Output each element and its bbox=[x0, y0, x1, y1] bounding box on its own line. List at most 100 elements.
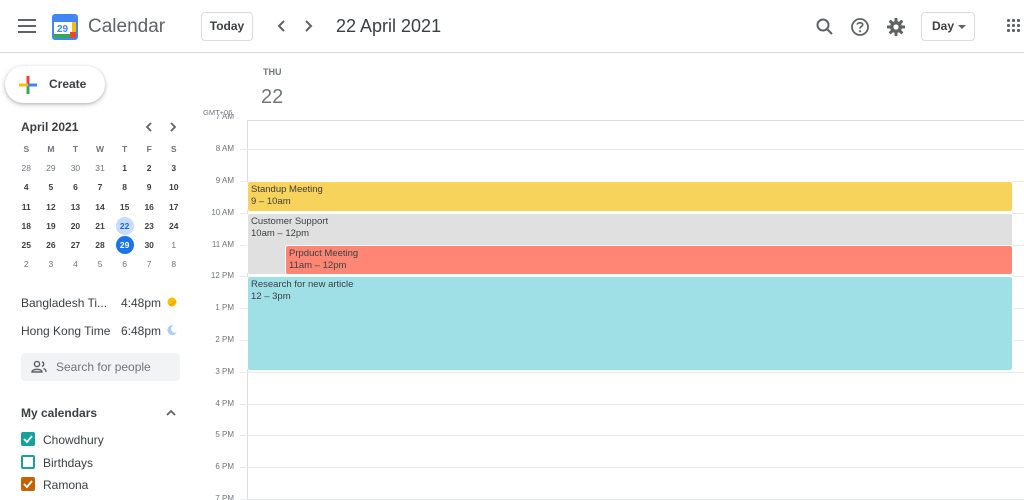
mini-calendar-day[interactable]: 6 bbox=[112, 255, 137, 274]
calendar-event[interactable]: Standup Meeting 9 – 10am bbox=[247, 180, 1013, 212]
mini-calendar-day[interactable]: 23 bbox=[137, 217, 162, 236]
mini-calendar-day[interactable]: 30 bbox=[63, 159, 88, 178]
mini-calendar-day[interactable]: 12 bbox=[39, 198, 64, 217]
chevron-right-icon bbox=[170, 122, 177, 132]
mini-calendar-day[interactable]: 15 bbox=[112, 198, 137, 217]
my-calendars-title: My calendars bbox=[21, 406, 98, 420]
mini-calendar-day[interactable]: 6 bbox=[63, 178, 88, 197]
previous-day-button[interactable] bbox=[274, 17, 290, 35]
apps-grid-icon[interactable] bbox=[1007, 19, 1021, 33]
hour-label: 5 PM bbox=[215, 430, 234, 440]
mini-calendar-grid: S M T W T F S 28 29 30 31 1 2 3 4 5 6 7 8 9 10 11 12 13 14 15 16 17… bbox=[14, 140, 186, 274]
mini-calendar-day[interactable]: 11 bbox=[14, 198, 39, 217]
mini-calendar-day[interactable]: 4 bbox=[63, 255, 88, 274]
checkbox-checked-icon[interactable] bbox=[21, 477, 35, 491]
mini-calendar-day[interactable]: 25 bbox=[14, 236, 39, 255]
calendar-event[interactable]: Research for new article 12 – 3pm bbox=[247, 276, 1013, 371]
mini-calendar-day[interactable]: 2 bbox=[137, 159, 162, 178]
mini-calendar-day[interactable]: 9 bbox=[137, 178, 162, 197]
mini-calendar-day[interactable]: 1 bbox=[161, 236, 186, 255]
mini-calendar-day[interactable]: 28 bbox=[88, 236, 113, 255]
checkbox-checked-icon[interactable] bbox=[21, 432, 35, 446]
mini-calendar-day-number: 27 bbox=[70, 239, 81, 250]
mini-calendar-day[interactable]: 26 bbox=[39, 236, 64, 255]
mini-calendar-day[interactable]: 24 bbox=[161, 217, 186, 236]
mini-calendar-day-number: 29 bbox=[46, 163, 56, 174]
hour-gridline bbox=[240, 371, 1024, 373]
mini-calendar-day[interactable]: 31 bbox=[88, 159, 113, 178]
current-date-title: 22 April 2021 bbox=[336, 16, 442, 36]
today-button[interactable]: Today bbox=[201, 12, 253, 41]
view-switcher-dropdown[interactable]: Day bbox=[921, 12, 975, 41]
mini-calendar-day[interactable]: 5 bbox=[39, 178, 64, 197]
create-button[interactable]: Create bbox=[5, 66, 105, 103]
mini-calendar-day[interactable]: 30 bbox=[137, 236, 162, 255]
people-icon bbox=[31, 360, 47, 373]
mini-calendar-day[interactable]: 18 bbox=[14, 217, 39, 236]
hour-label: 1 PM bbox=[215, 303, 234, 313]
mini-calendar-day[interactable]: 1 bbox=[112, 159, 137, 178]
mini-calendar-day[interactable]: 16 bbox=[137, 198, 162, 217]
mini-calendar-day[interactable]: 7 bbox=[137, 255, 162, 274]
colored-plus-icon bbox=[19, 76, 37, 94]
mini-calendar-day[interactable]: 19 bbox=[39, 217, 64, 236]
mini-calendar-day[interactable]: 29 bbox=[39, 159, 64, 178]
mini-calendar-day[interactable]: 28 bbox=[14, 159, 39, 178]
mini-calendar-week: 28 29 30 31 1 2 3 bbox=[14, 159, 186, 178]
mini-calendar-day[interactable]: 27 bbox=[63, 236, 88, 255]
create-button-label: Create bbox=[49, 77, 87, 91]
mini-calendar-day[interactable]: 8 bbox=[161, 255, 186, 274]
mini-calendar-day[interactable]: 8 bbox=[112, 178, 137, 197]
my-calendars-toggle[interactable] bbox=[164, 406, 178, 420]
search-button[interactable] bbox=[814, 16, 836, 38]
mini-calendar-day[interactable]: 3 bbox=[161, 159, 186, 178]
mini-calendar-day[interactable]: 7 bbox=[88, 178, 113, 197]
calendar-event[interactable]: Prpduct Meeting 11am – 12pm bbox=[285, 244, 1013, 276]
mini-calendar-day[interactable]: 3 bbox=[39, 255, 64, 274]
mini-calendar-day[interactable]: 29 bbox=[112, 235, 137, 255]
hour-label: 4 PM bbox=[215, 398, 234, 408]
mini-calendar-day[interactable]: 22 bbox=[112, 216, 137, 236]
calendar-logo-icon[interactable]: 29 bbox=[52, 14, 78, 40]
mini-calendar-day[interactable]: 10 bbox=[161, 178, 186, 197]
mini-calendar-day-number: 8 bbox=[122, 182, 127, 193]
search-icon bbox=[816, 18, 833, 35]
day-number[interactable]: 22 bbox=[261, 86, 283, 109]
chevron-left-icon bbox=[277, 20, 285, 32]
mini-calendar-weekday: T bbox=[72, 144, 79, 154]
mini-calendar-prev-button[interactable] bbox=[142, 120, 156, 134]
chevron-right-icon bbox=[305, 20, 313, 32]
mini-calendar-day[interactable]: 17 bbox=[161, 198, 186, 217]
mini-calendar-day-number: 5 bbox=[97, 259, 103, 270]
mini-calendar-weekday: M bbox=[47, 144, 55, 154]
next-day-button[interactable] bbox=[300, 17, 316, 35]
settings-button[interactable] bbox=[885, 16, 907, 38]
main-menu-icon[interactable] bbox=[18, 19, 36, 33]
mini-calendar-day-number: 6 bbox=[73, 182, 78, 193]
mini-calendar-day-number: 18 bbox=[21, 220, 32, 231]
mini-calendar-day[interactable]: 13 bbox=[63, 198, 88, 217]
mini-calendar-day[interactable]: 2 bbox=[14, 255, 39, 274]
mini-calendar-day-number: 8 bbox=[171, 259, 177, 270]
mini-calendar-week: 25 26 27 28 29 30 1 bbox=[14, 235, 186, 255]
mini-calendar-day[interactable]: 20 bbox=[63, 217, 88, 236]
mini-calendar-day[interactable]: 21 bbox=[88, 217, 113, 236]
checkbox-empty-icon[interactable] bbox=[21, 454, 35, 469]
hour-label: 12 PM bbox=[210, 271, 234, 281]
mini-calendar-next-button[interactable] bbox=[166, 120, 180, 134]
mini-calendar-day[interactable]: 4 bbox=[14, 178, 39, 197]
mini-calendar-day[interactable]: 5 bbox=[88, 255, 113, 274]
mini-calendar-day-number: 12 bbox=[46, 201, 56, 212]
search-people-field[interactable]: Search for people bbox=[21, 353, 180, 381]
mini-calendar-day[interactable]: 14 bbox=[88, 198, 113, 217]
caret-down-icon bbox=[958, 25, 966, 29]
mini-calendar-day-number: 24 bbox=[169, 220, 179, 231]
hour-label: 9 AM bbox=[215, 175, 234, 185]
mini-calendar-day-number: 30 bbox=[70, 163, 81, 174]
support-button[interactable] bbox=[849, 16, 871, 38]
hour-gridline bbox=[240, 435, 1024, 437]
mini-calendar-day-number: 1 bbox=[171, 239, 177, 250]
mini-calendar-day-number: 1 bbox=[122, 163, 127, 174]
mini-calendar-day-number: 17 bbox=[169, 201, 179, 212]
chevron-left-icon bbox=[145, 122, 152, 132]
